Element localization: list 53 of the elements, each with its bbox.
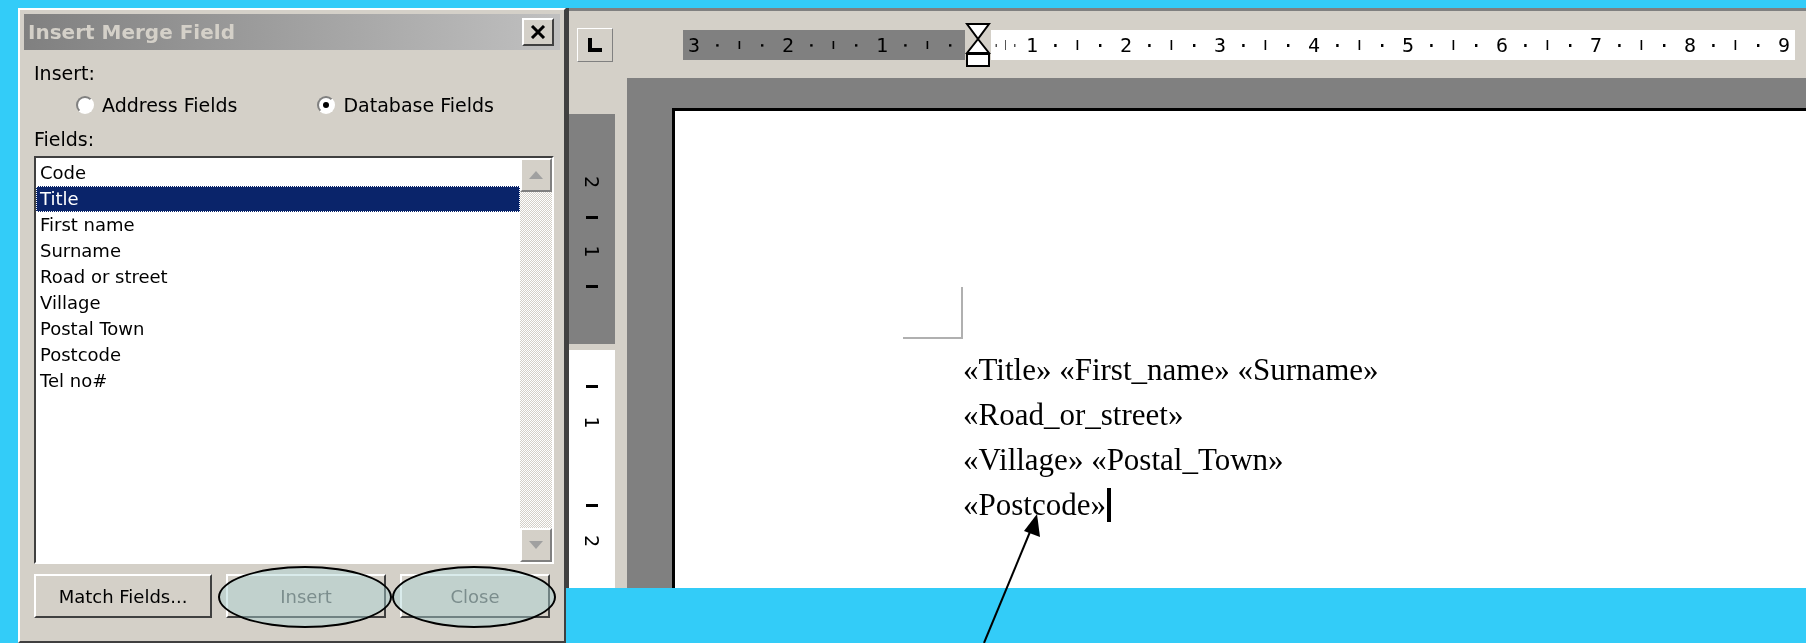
- close-icon: [530, 25, 546, 39]
- radio-option[interactable]: Address Fields: [76, 94, 238, 116]
- ruler-number: 8: [1682, 32, 1697, 57]
- text-cursor: [1106, 487, 1111, 522]
- tick-marks: [586, 285, 598, 288]
- ruler-number: 2: [580, 535, 604, 547]
- ruler-number: 9: [1776, 32, 1791, 57]
- corner-mark: [903, 287, 963, 339]
- scroll-down-button[interactable]: [520, 528, 552, 562]
- ruler-number: 4: [1306, 32, 1321, 57]
- tab-stop-button[interactable]: [577, 27, 613, 62]
- fields-label: Fields:: [34, 128, 96, 150]
- ruler-number: 3: [686, 32, 701, 57]
- ruler-number: 2: [1118, 32, 1133, 57]
- radio-button[interactable]: [317, 96, 336, 114]
- merge-field-line: «Postcode»: [963, 486, 1106, 524]
- list-item[interactable]: Code: [36, 160, 520, 186]
- radio-button[interactable]: [76, 96, 94, 114]
- down-arrow-icon: [529, 541, 543, 549]
- scrollbar[interactable]: [520, 158, 552, 562]
- tick-marks: [586, 385, 598, 388]
- left-tab-icon: [588, 37, 602, 52]
- tick-marks: [586, 504, 598, 507]
- ruler-number: 5: [1400, 32, 1415, 57]
- dialog-button[interactable]: Match Fields...: [34, 574, 212, 618]
- ruler-number: 3: [1212, 32, 1227, 57]
- dialog-title: Insert Merge Field: [28, 20, 235, 44]
- ruler-number: 1: [1024, 32, 1039, 57]
- list-item[interactable]: Postal Town: [36, 316, 520, 342]
- list-item[interactable]: Tel no#: [36, 368, 520, 394]
- merge-field-line: «Road_or_street»: [963, 396, 1184, 434]
- list-item[interactable]: First name: [36, 212, 520, 238]
- indent-marker-icon[interactable]: [965, 22, 991, 67]
- ruler-number: 1: [874, 32, 889, 57]
- list-item[interactable]: Postcode: [36, 342, 520, 368]
- list-item[interactable]: Title: [36, 186, 520, 212]
- list-item[interactable]: Village: [36, 290, 520, 316]
- scroll-up-button[interactable]: [520, 158, 552, 192]
- close-button[interactable]: [522, 18, 554, 46]
- ruler-number: 2: [580, 176, 604, 188]
- tick-marks: [586, 216, 598, 219]
- ruler-number: 6: [1494, 32, 1509, 57]
- list-item[interactable]: Surname: [36, 238, 520, 264]
- radio-option[interactable]: Database Fields: [317, 94, 494, 116]
- list-item[interactable]: Road or street: [36, 264, 520, 290]
- merge-field-line: «Title» «First_name» «Surname»: [963, 351, 1379, 389]
- insert-label: Insert:: [34, 62, 96, 84]
- ruler-number: 1: [580, 245, 604, 257]
- ruler-number: 1: [580, 416, 604, 428]
- ruler-number: 2: [780, 32, 795, 57]
- merge-field-line: «Village» «Postal_Town»: [963, 441, 1284, 479]
- ruler-number: 7: [1588, 32, 1603, 57]
- up-arrow-icon: [529, 171, 543, 179]
